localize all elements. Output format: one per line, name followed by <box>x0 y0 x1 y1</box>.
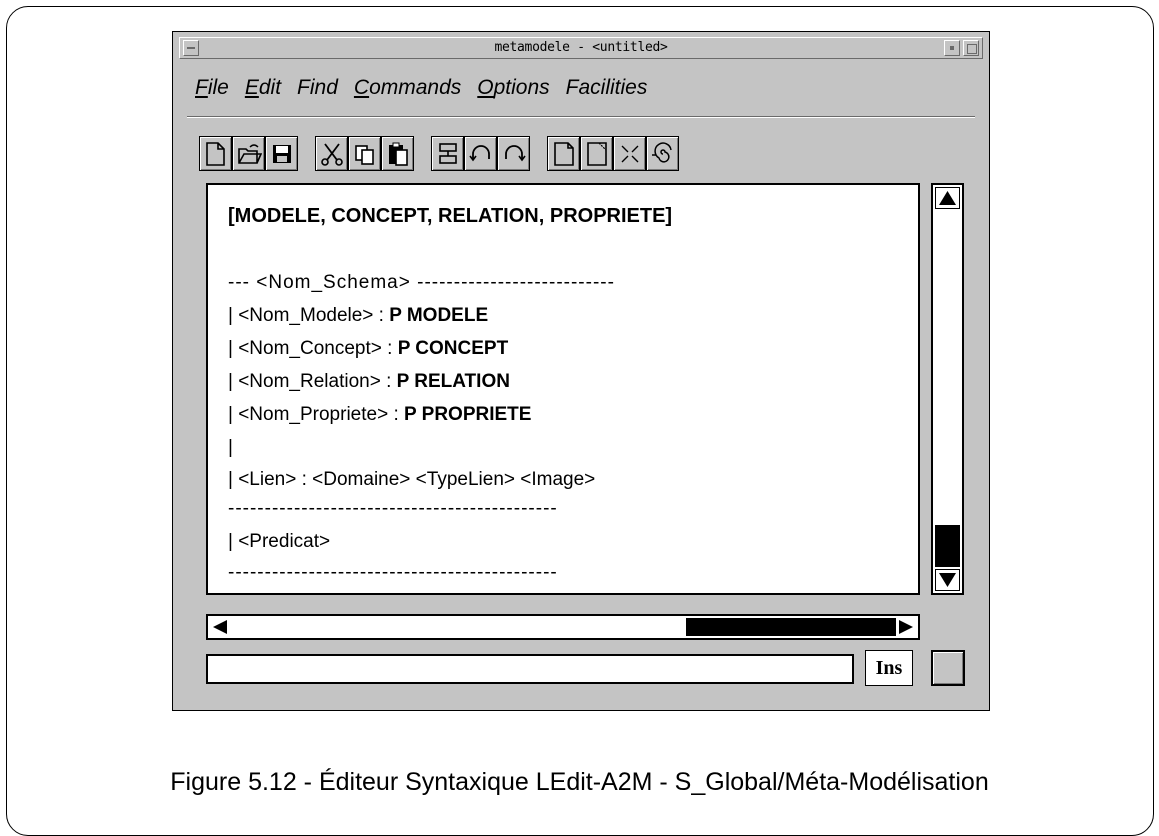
format-icon <box>439 143 457 164</box>
copy-icon <box>355 145 374 165</box>
open-button[interactable] <box>232 136 265 171</box>
new-file-icon <box>206 142 225 166</box>
format-button[interactable] <box>431 136 464 171</box>
scroll-up-button[interactable] <box>935 187 960 209</box>
menu-facilities[interactable]: Facilities <box>566 76 648 106</box>
menu-edit[interactable]: Edit <box>245 76 281 106</box>
title-bar[interactable]: metamodele - <untitled> <box>179 37 983 59</box>
scroll-down-button[interactable] <box>935 569 960 591</box>
maximize-button[interactable] <box>963 40 979 56</box>
vertical-scroll-thumb[interactable] <box>935 525 960 567</box>
menu-commands[interactable]: Commands <box>354 76 461 106</box>
arrow-up-icon <box>939 191 956 205</box>
menu-file[interactable]: File <box>195 76 229 106</box>
insert-mode-indicator[interactable]: Ins <box>865 650 913 686</box>
cut-icon <box>321 143 343 166</box>
menu-options[interactable]: Options <box>477 76 549 106</box>
vertical-scrollbar[interactable] <box>931 183 964 595</box>
editor-line-blank: | <box>228 437 233 458</box>
redo-button[interactable] <box>497 136 530 171</box>
editor-line-schema: --- <Nom_Schema> -----------------------… <box>228 272 615 293</box>
minimize-button[interactable] <box>944 40 960 56</box>
paste-button[interactable] <box>381 136 414 171</box>
menu-find[interactable]: Find <box>297 76 338 106</box>
undo-button[interactable] <box>464 136 497 171</box>
expand-button[interactable] <box>613 136 646 171</box>
cut-button[interactable] <box>315 136 348 171</box>
arrow-down-icon <box>939 573 956 587</box>
editor-line-predicat: | <Predicat> <box>228 531 331 552</box>
save-icon <box>273 145 291 163</box>
editor-window: metamodele - <untitled> File Edit Find C… <box>172 31 990 711</box>
editor-line-bottom: ----------------------------------------… <box>228 562 558 583</box>
open-folder-icon <box>238 144 262 164</box>
arrow-right-icon[interactable] <box>896 618 916 636</box>
editor-line-relation: | <Nom_Relation> : P RELATION <box>228 371 510 392</box>
horizontal-scrollbar[interactable] <box>206 614 920 640</box>
page-button[interactable] <box>547 136 580 171</box>
arrow-left-icon[interactable] <box>210 618 230 636</box>
status-square-button[interactable] <box>931 650 965 686</box>
save-button[interactable] <box>265 136 298 171</box>
editor-line-propriete: | <Nom_Propriete> : P PROPRIETE <box>228 404 532 425</box>
editor-line-lien: | <Lien> : <Domaine> <TypeLien> <Image> <box>228 469 596 490</box>
editor-line-header: [MODELE, CONCEPT, RELATION, PROPRIETE] <box>228 205 673 227</box>
undo-icon <box>469 145 490 162</box>
command-input[interactable] <box>206 654 854 684</box>
spiral-icon <box>652 142 672 163</box>
menu-bar: File Edit Find Commands Options Faciliti… <box>195 76 663 106</box>
expand-icon <box>621 145 639 163</box>
copy-button[interactable] <box>348 136 381 171</box>
horizontal-scroll-thumb[interactable] <box>686 618 896 636</box>
page-icon <box>554 142 574 166</box>
menu-separator <box>187 116 975 118</box>
editor-line-concept: | <Nom_Concept> : P CONCEPT <box>228 338 509 359</box>
figure-caption: Figure 5.12 - Éditeur Syntaxique LEdit-A… <box>170 768 989 796</box>
page-corner-icon <box>587 142 607 166</box>
window-title: metamodele - <untitled> <box>494 40 668 55</box>
editor-line-modele: | <Nom_Modele> : P MODELE <box>228 305 489 326</box>
page-corner-button[interactable] <box>580 136 613 171</box>
new-button[interactable] <box>199 136 232 171</box>
paste-icon <box>389 142 408 166</box>
editor-line-divider: ----------------------------------------… <box>228 498 558 519</box>
redo-icon <box>505 145 526 162</box>
spiral-button[interactable] <box>646 136 679 171</box>
editor-text-area[interactable]: [MODELE, CONCEPT, RELATION, PROPRIETE] -… <box>206 183 920 595</box>
